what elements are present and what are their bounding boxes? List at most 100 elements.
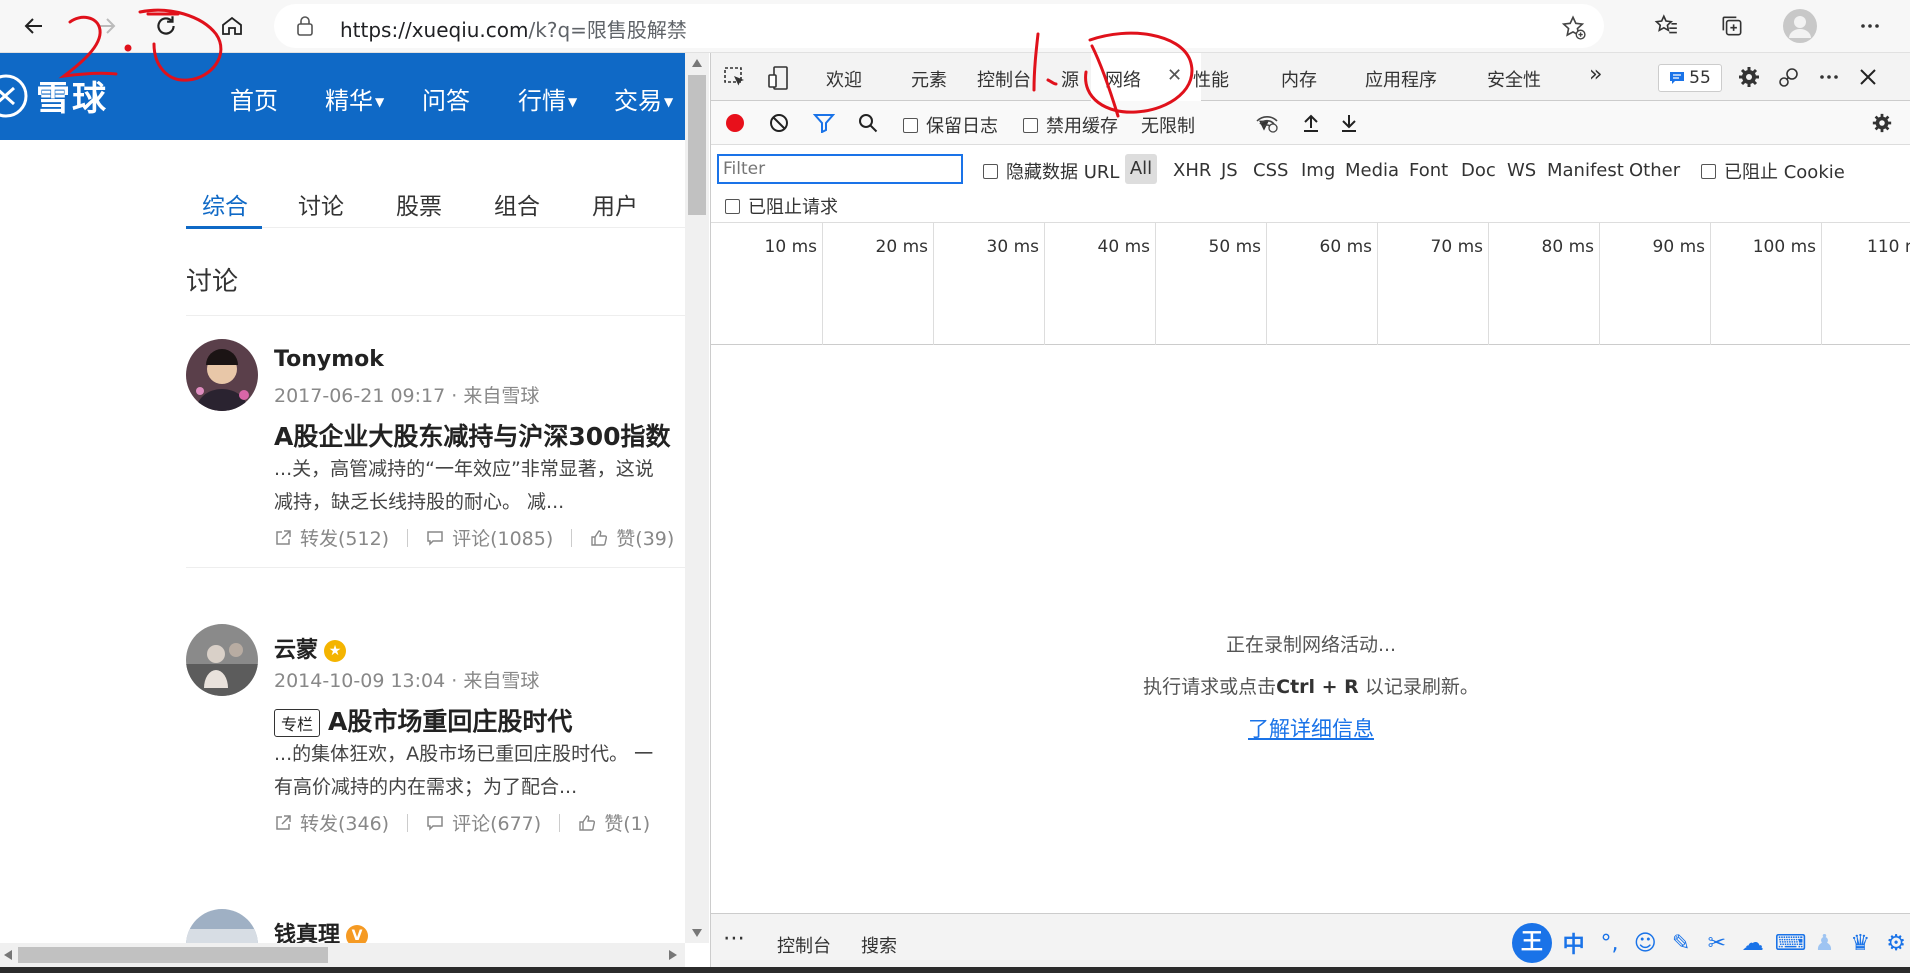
repost-button[interactable]: 转发(512) (274, 524, 389, 551)
scroll-down-icon[interactable] (692, 929, 702, 937)
drawer-tab-console[interactable]: 控制台 (777, 932, 831, 958)
tab-users[interactable]: 用户 (592, 187, 638, 221)
search-icon[interactable] (857, 112, 879, 134)
page-vertical-scrollbar[interactable] (685, 53, 709, 943)
avatar[interactable] (186, 339, 258, 411)
favorites-button[interactable] (1646, 6, 1686, 46)
scroll-up-icon[interactable] (692, 59, 702, 67)
more-tabs-button[interactable]: » (1589, 62, 1602, 87)
tab-elements[interactable]: 元素 (911, 66, 947, 92)
clear-icon[interactable] (769, 113, 789, 133)
shirt-icon[interactable]: ♛ (1846, 931, 1874, 956)
blocked-requests-checkbox[interactable]: 已阻止请求 (725, 193, 838, 219)
tab-performance[interactable]: 性能 (1193, 66, 1229, 92)
page-horizontal-scrollbar[interactable] (0, 943, 685, 967)
nav-market[interactable]: 行情 ▼ (518, 81, 577, 116)
filter-type-all[interactable]: All (1125, 154, 1157, 184)
site-logo[interactable]: 雪球 (0, 71, 108, 120)
address-bar[interactable]: https://xueqiu.com/k?q=限售股解禁 (274, 4, 1604, 48)
comment-button[interactable]: 评论(677) (426, 809, 541, 836)
network-settings-gear-icon[interactable] (1871, 112, 1893, 134)
settings-icon[interactable]: ⚙ (1882, 931, 1910, 956)
disable-cache-checkbox[interactable]: 禁用缓存 (1023, 112, 1118, 138)
drawer-tab-search[interactable]: 搜索 (861, 932, 897, 958)
tab-overview[interactable]: 综合 (202, 187, 248, 221)
inspect-element-icon[interactable] (723, 66, 747, 90)
tab-sources[interactable]: 源 (1061, 66, 1079, 92)
filter-type-ws[interactable]: WS (1507, 160, 1536, 181)
like-button[interactable]: 赞(1) (578, 809, 650, 836)
issues-count-button[interactable]: 55 (1658, 64, 1722, 92)
filter-type-css[interactable]: CSS (1253, 160, 1288, 181)
filter-type-xhr[interactable]: XHR (1173, 160, 1211, 181)
nav-trade[interactable]: 交易 ▼ (614, 81, 673, 116)
filter-type-img[interactable]: Img (1301, 160, 1335, 181)
add-favorite-icon[interactable] (1560, 14, 1586, 40)
refresh-button[interactable] (146, 6, 186, 46)
scroll-right-icon[interactable] (669, 950, 677, 960)
punctuation-icon[interactable]: °, (1596, 931, 1624, 956)
hide-data-urls-checkbox[interactable]: 隐藏数据 URL (983, 158, 1119, 184)
collections-button[interactable] (1712, 6, 1752, 46)
tab-discussion[interactable]: 讨论 (298, 187, 344, 221)
drawer-more-button[interactable]: ⋯ (723, 926, 745, 951)
scissors-icon[interactable]: ✂ (1703, 931, 1731, 956)
ime-logo-badge[interactable]: 王 (1512, 923, 1552, 963)
filter-type-media[interactable]: Media (1345, 160, 1399, 181)
keyboard-icon[interactable]: ⌨ (1775, 931, 1807, 956)
scroll-left-icon[interactable] (4, 950, 12, 960)
post-title[interactable]: 专栏 A股市场重回庄股时代 (274, 702, 572, 738)
post-title[interactable]: A股企业大股东减持与沪深300指数 (274, 417, 671, 453)
record-icon[interactable] (725, 113, 745, 133)
user-icon[interactable]: ♟ (1811, 931, 1839, 956)
cloud-icon[interactable]: ☁ (1739, 931, 1767, 956)
import-har-icon[interactable] (1301, 112, 1321, 134)
scroll-thumb[interactable] (688, 75, 706, 215)
filter-icon[interactable] (813, 113, 835, 133)
profile-button[interactable] (1780, 6, 1820, 46)
post-author[interactable]: 云蒙 ★ (274, 632, 347, 664)
filter-type-other[interactable]: Other (1629, 160, 1680, 181)
export-har-icon[interactable] (1339, 112, 1359, 134)
network-conditions-icon[interactable] (1255, 113, 1279, 133)
tab-stocks[interactable]: 股票 (396, 187, 442, 221)
post-author[interactable]: Tonymok (274, 347, 384, 372)
tab-portfolios[interactable]: 组合 (494, 187, 540, 221)
gear-icon[interactable] (1737, 65, 1761, 89)
scroll-thumb[interactable] (18, 947, 328, 963)
tab-welcome[interactable]: 欢迎 (826, 66, 862, 92)
comment-button[interactable]: 评论(1085) (426, 524, 553, 551)
throttling-select[interactable]: 无限制 ▼ (1141, 112, 1269, 138)
filter-type-font[interactable]: Font (1409, 160, 1448, 181)
ime-language-toggle[interactable]: 中 (1560, 927, 1588, 959)
pen-icon[interactable]: ✎ (1667, 931, 1695, 956)
back-button[interactable] (14, 6, 54, 46)
filter-type-js[interactable]: JS (1221, 160, 1238, 181)
emoji-icon[interactable]: ☺ (1631, 931, 1659, 956)
close-devtools-icon[interactable] (1857, 66, 1879, 88)
tab-memory[interactable]: 内存 (1281, 66, 1317, 92)
preserve-log-checkbox[interactable]: 保留日志 (903, 112, 998, 138)
blocked-cookies-checkbox[interactable]: 已阻止 Cookie (1701, 158, 1845, 184)
device-emulation-icon[interactable] (767, 65, 791, 91)
filter-type-doc[interactable]: Doc (1461, 160, 1496, 181)
tab-network[interactable]: 网络 ✕ (1091, 53, 1201, 101)
settings-more-button[interactable] (1850, 6, 1890, 46)
close-icon[interactable]: ✕ (1167, 65, 1182, 86)
nav-featured[interactable]: 精华 ▼ (325, 81, 384, 116)
filter-type-manifest[interactable]: Manifest (1547, 160, 1624, 181)
nav-qa[interactable]: 问答 (422, 81, 470, 116)
learn-more-link[interactable]: 了解详细信息 (711, 713, 1910, 743)
nav-home[interactable]: 首页 (230, 81, 278, 116)
more-horizontal-icon[interactable] (1817, 65, 1841, 89)
home-button[interactable] (212, 6, 252, 46)
filter-input[interactable] (717, 154, 963, 184)
tab-application[interactable]: 应用程序 (1365, 66, 1437, 92)
customize-icon[interactable] (1777, 65, 1801, 89)
tab-console[interactable]: 控制台 (977, 66, 1031, 92)
network-overview-timeline[interactable]: 10 ms 20 ms 30 ms 40 ms 50 ms 60 ms 70 m… (711, 223, 1910, 345)
avatar[interactable] (186, 624, 258, 696)
forward-button[interactable] (86, 6, 126, 46)
repost-button[interactable]: 转发(346) (274, 809, 389, 836)
like-button[interactable]: 赞(39) (590, 524, 674, 551)
